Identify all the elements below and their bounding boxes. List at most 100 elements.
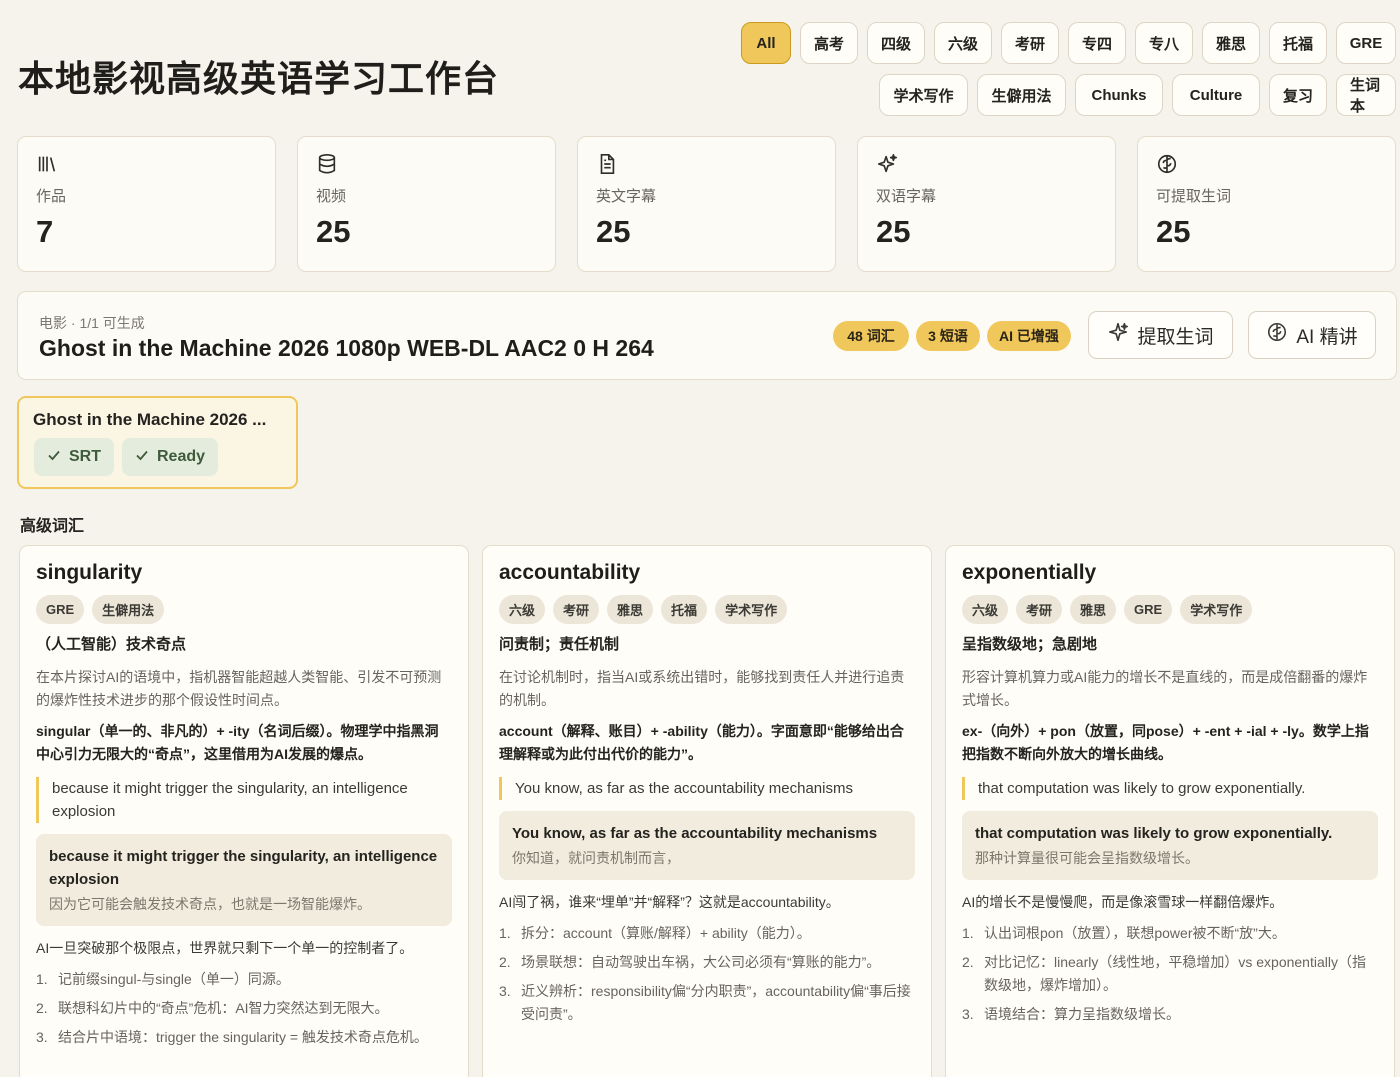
library-icon bbox=[36, 153, 58, 175]
filter-chip[interactable]: 专四 bbox=[1068, 22, 1126, 64]
phrase-count-badge: 3 短语 bbox=[916, 321, 980, 351]
level-tag[interactable]: 六级 bbox=[962, 595, 1009, 624]
work-meta: 电影 · 1/1 可生成 bbox=[39, 315, 145, 331]
extract-words-button[interactable]: 提取生词 bbox=[1088, 311, 1233, 359]
subtitle-quote: You know, as far as the accountability m… bbox=[499, 777, 915, 800]
word-explanation: 形容计算机算力或AI能力的增长不是直线的，而是成倍翻番的爆炸式增长。 bbox=[962, 669, 1368, 708]
level-tag[interactable]: 雅思 bbox=[607, 595, 654, 624]
memory-step: 联想科幻片中的“奇点”危机：AI智力突然达到无限大。 bbox=[36, 997, 452, 1020]
ai-enhanced-badge: AI 已增强 bbox=[987, 321, 1071, 351]
tag-row: GRE 生僻用法 bbox=[36, 595, 452, 624]
stat-value: 25 bbox=[876, 214, 911, 249]
example-box[interactable]: You know, as far as the accountability m… bbox=[499, 811, 915, 880]
video-card[interactable]: Ghost in the Machine 2026 ... SRT Ready bbox=[17, 396, 298, 489]
filter-chip[interactable]: 生词本 bbox=[1336, 74, 1396, 116]
filter-chip[interactable]: 四级 bbox=[867, 22, 925, 64]
sparkles-icon bbox=[1107, 321, 1129, 349]
filter-chip[interactable]: 六级 bbox=[934, 22, 992, 64]
stat-value: 25 bbox=[1156, 214, 1191, 249]
word-meaning: 呈指数级地；急剧地 bbox=[962, 636, 1098, 653]
memory-step: 近义辨析：responsibility偏“分内职责”，accountabilit… bbox=[499, 980, 915, 1026]
srt-label: SRT bbox=[69, 448, 101, 465]
subtitle-quote: that computation was likely to grow expo… bbox=[962, 777, 1378, 800]
filter-bar: All 高考 四级 六级 考研 专四 专八 雅思 托福 GRE 学术写作 生僻用法 Chunks Cul… bbox=[696, 22, 1396, 126]
word-etymology: ex-（向外）+ pon（放置，同pose）+ -ent + -ial + -l… bbox=[962, 723, 1369, 762]
level-tag[interactable]: 托福 bbox=[661, 595, 708, 624]
filter-chip[interactable]: All bbox=[741, 22, 791, 64]
word-meaning: 问责制；责任机制 bbox=[499, 636, 620, 653]
level-tag[interactable]: GRE bbox=[1124, 595, 1173, 624]
word-card[interactable]: accountability 六级 考研 雅思 托福 学术写作问责制；责任机制在讨论机制时… bbox=[482, 545, 932, 1077]
example-chinese: 你知道，就问责机制而言， bbox=[512, 850, 680, 866]
check-icon bbox=[135, 448, 149, 467]
database-icon bbox=[316, 153, 338, 175]
memory-step: 认出词根pon（放置），联想power被不断“放”大。 bbox=[962, 922, 1378, 945]
example-box[interactable]: because it might trigger the singularity… bbox=[36, 834, 452, 926]
stat-label: 视频 bbox=[316, 188, 347, 205]
level-tag[interactable]: GRE bbox=[36, 595, 85, 624]
word-explanation: 在讨论机制时，指当AI或系统出错时，能够找到责任人并进行追责的机制。 bbox=[499, 669, 905, 708]
level-tag[interactable]: 学术写作 bbox=[1180, 595, 1253, 624]
memory-story: AI的增长不是慢慢爬，而是像滚雪球一样翻倍爆炸。 bbox=[962, 894, 1284, 910]
tag-row: 六级 考研 雅思 托福 学术写作 bbox=[499, 595, 915, 624]
example-chinese: 因为它可能会触发技术奇点，也就是一场智能爆炸。 bbox=[49, 896, 371, 912]
stat-label: 作品 bbox=[36, 188, 67, 205]
video-title: Ghost in the Machine 2026 ... bbox=[33, 410, 267, 429]
level-tag[interactable]: 生僻用法 bbox=[92, 595, 165, 624]
filter-chip[interactable]: 专八 bbox=[1135, 22, 1193, 64]
page-title: 本地影视高级英语学习工作台 bbox=[18, 58, 500, 99]
word-headword: singularity bbox=[36, 561, 143, 584]
word-etymology: account（解释、账目）+ -ability（能力）。字面意即“能够给出合理… bbox=[499, 723, 904, 762]
memory-step: 语境结合：算力呈指数级增长。 bbox=[962, 1003, 1378, 1026]
stat-label: 可提取生词 bbox=[1156, 188, 1232, 205]
level-tag[interactable]: 学术写作 bbox=[715, 595, 788, 624]
stat-value: 25 bbox=[316, 214, 351, 249]
stat-card: 可提取生词 25 bbox=[1137, 136, 1396, 272]
memory-steps: 记前缀singul-与single（单一）同源。联想科幻片中的“奇点”危机：AI… bbox=[36, 968, 452, 1049]
document-icon bbox=[596, 153, 618, 175]
filter-chip[interactable]: GRE bbox=[1336, 22, 1396, 64]
filter-chip[interactable]: 雅思 bbox=[1202, 22, 1260, 64]
memory-step: 记前缀singul-与single（单一）同源。 bbox=[36, 968, 452, 991]
work-title: Ghost in the Machine 2026 1080p WEB-DL A… bbox=[39, 335, 654, 361]
level-tag[interactable]: 考研 bbox=[553, 595, 600, 624]
level-tag[interactable]: 考研 bbox=[1016, 595, 1063, 624]
stat-card: 视频 25 bbox=[297, 136, 556, 272]
memory-story: AI一旦突破那个极限点，世界就只剩下一个单一的控制者了。 bbox=[36, 940, 414, 956]
stat-card: 作品 7 bbox=[17, 136, 276, 272]
srt-status-tag: SRT bbox=[34, 438, 114, 476]
work-panel: 电影 · 1/1 可生成 Ghost in the Machine 2026 1… bbox=[17, 291, 1397, 380]
memory-steps: 认出词根pon（放置），联想power被不断“放”大。对比记忆：linearly… bbox=[962, 922, 1378, 1026]
example-english: You know, as far as the accountability m… bbox=[512, 825, 878, 842]
brain-icon bbox=[1156, 153, 1178, 175]
filter-chip[interactable]: Culture bbox=[1172, 74, 1260, 116]
filter-chip[interactable]: 托福 bbox=[1269, 22, 1327, 64]
filter-chip[interactable]: 学术写作 bbox=[879, 74, 968, 116]
filter-chip[interactable]: 复习 bbox=[1269, 74, 1327, 116]
brain-icon bbox=[1266, 321, 1288, 349]
stat-card: 双语字幕 25 bbox=[857, 136, 1116, 272]
word-headword: accountability bbox=[499, 561, 641, 584]
subtitle-quote: because it might trigger the singularity… bbox=[36, 777, 452, 823]
ai-explain-button[interactable]: AI 精讲 bbox=[1248, 311, 1376, 359]
word-card[interactable]: exponentially 六级 考研 雅思 GRE 学术写作呈指数级地；急剧地形容计算机… bbox=[945, 545, 1395, 1077]
memory-step: 结合片中语境：trigger the singularity = 触发技术奇点危… bbox=[36, 1026, 452, 1049]
word-headword: exponentially bbox=[962, 561, 1097, 584]
memory-story: AI闯了祸，谁来“埋单”并“解释”？这就是accountability。 bbox=[499, 894, 840, 910]
stat-value: 7 bbox=[36, 214, 54, 249]
example-box[interactable]: that computation was likely to grow expo… bbox=[962, 811, 1378, 880]
ready-status-tag: Ready bbox=[122, 438, 219, 476]
filter-chip[interactable]: 考研 bbox=[1001, 22, 1059, 64]
level-tag[interactable]: 雅思 bbox=[1070, 595, 1117, 624]
example-english: because it might trigger the singularity… bbox=[49, 848, 438, 888]
word-card[interactable]: singularity GRE 生僻用法 （人工智能）技术奇点 在本片探讨AI的语境中，… bbox=[19, 545, 469, 1077]
level-tag[interactable]: 六级 bbox=[499, 595, 546, 624]
filter-row-1: All 高考 四级 六级 考研 专四 专八 雅思 托福 GRE bbox=[696, 22, 1396, 64]
filter-chip[interactable]: 高考 bbox=[800, 22, 858, 64]
filter-chip[interactable]: 生僻用法 bbox=[977, 74, 1066, 116]
ready-label: Ready bbox=[157, 448, 206, 465]
memory-steps: 拆分：account（算账/解释）+ ability（能力）。场景联想：自动驾驶… bbox=[499, 922, 915, 1026]
example-chinese: 那种计算量很可能会呈指数级增长。 bbox=[975, 850, 1199, 866]
stat-card: 英文字幕 25 bbox=[577, 136, 836, 272]
filter-chip[interactable]: Chunks bbox=[1075, 74, 1163, 116]
